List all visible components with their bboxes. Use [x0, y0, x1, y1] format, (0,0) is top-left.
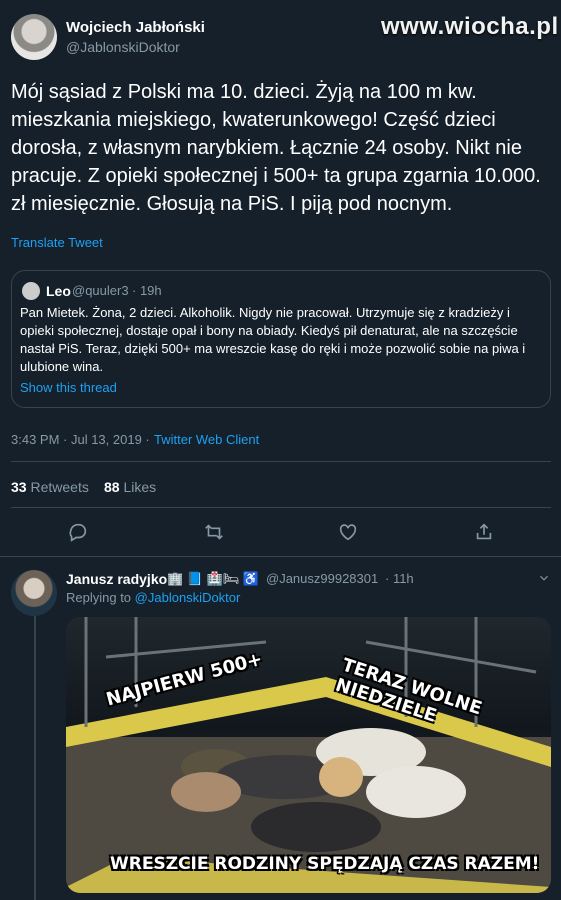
- author-avatar[interactable]: [11, 14, 57, 60]
- show-thread-link[interactable]: Show this thread: [20, 380, 117, 395]
- retweets-stat[interactable]: 33 Retweets: [11, 479, 89, 495]
- divider: [0, 556, 561, 557]
- replying-to-label: Replying to: [66, 590, 132, 605]
- replying-to-text: Replying to @JablonskiDoktor: [66, 590, 240, 605]
- like-icon[interactable]: [337, 521, 359, 543]
- translate-tweet-link[interactable]: Translate Tweet: [11, 235, 103, 250]
- author-handle[interactable]: @JablonskiDoktor: [66, 39, 180, 55]
- reply-avatar[interactable]: [11, 570, 57, 616]
- share-icon[interactable]: [473, 521, 495, 543]
- meme-caption-bottom: WRESZCIE RODZINY SPĘDZAJĄ CZAS RAZEM!: [110, 854, 540, 874]
- divider: [11, 507, 551, 508]
- reply-icon[interactable]: [67, 521, 89, 543]
- divider: [11, 461, 551, 462]
- reply-time: · 11h: [385, 571, 414, 586]
- retweets-count: 33: [11, 479, 27, 495]
- tweet-client[interactable]: Twitter Web Client: [154, 432, 259, 447]
- quote-author-name: Leo: [46, 283, 71, 299]
- reply-author-emoji: 🏢 📘 🏥🛏 ♿: [167, 571, 260, 586]
- watermark: www.wiocha.pl: [381, 13, 559, 40]
- quote-time: · 19h: [132, 283, 162, 298]
- likes-label: Likes: [123, 479, 157, 495]
- tweet-timestamp[interactable]: 3:43 PM · Jul 13, 2019 ·: [11, 432, 150, 447]
- meme-scene: [66, 617, 551, 893]
- likes-stat[interactable]: 88 Likes: [104, 479, 156, 495]
- quote-avatar: [22, 282, 40, 300]
- replying-to-handle[interactable]: @JablonskiDoktor: [135, 590, 241, 605]
- reply-author-name[interactable]: Janusz radyjko: [66, 571, 167, 587]
- retweets-label: Retweets: [30, 479, 89, 495]
- likes-count: 88: [104, 479, 120, 495]
- reply-author-handle[interactable]: @Janusz99928301: [266, 571, 378, 586]
- reply-image[interactable]: NAJPIERW 500+ TERAZ WOLNE NIEDZIELE WRES…: [66, 617, 551, 893]
- author-name[interactable]: Wojciech Jabłoński: [66, 19, 205, 36]
- retweet-icon[interactable]: [203, 521, 225, 543]
- quote-author-handle: @quuler3: [72, 283, 129, 298]
- thread-line: [34, 616, 36, 900]
- quote-text: Pan Mietek. Żona, 2 dzieci. Alkoholik. N…: [20, 305, 526, 374]
- tweet-text: Mój sąsiad z Polski ma 10. dzieci. Żyją …: [11, 81, 541, 215]
- chevron-down-icon[interactable]: [537, 571, 551, 590]
